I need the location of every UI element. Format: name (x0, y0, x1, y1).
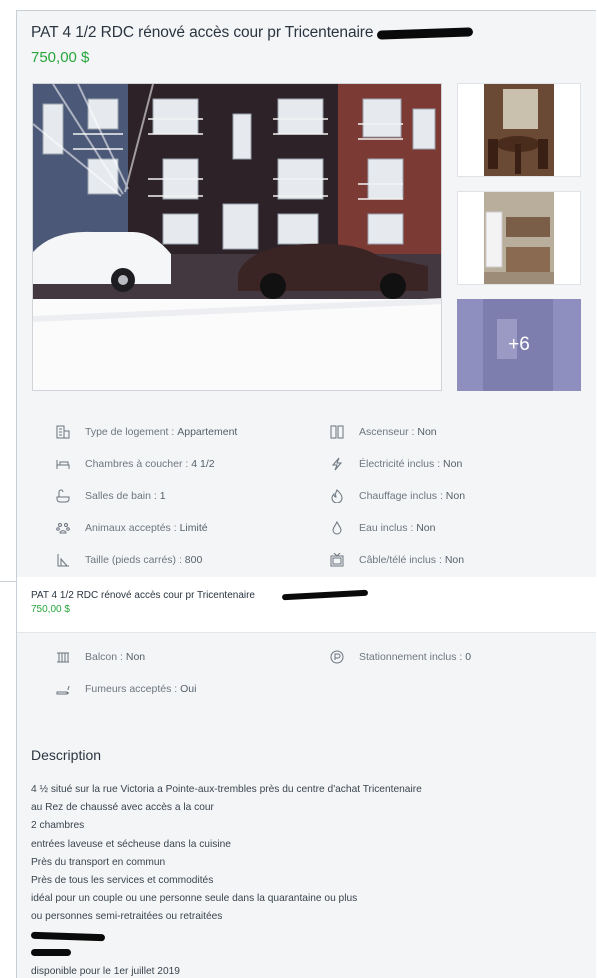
feature-bedrooms: Chambres à coucher : 4 1/2 (55, 456, 215, 472)
thumbnail-2[interactable] (457, 191, 581, 285)
feature-pets: Animaux acceptés : Limité (55, 520, 208, 536)
cigarette-icon (55, 681, 71, 697)
main-photo[interactable] (32, 83, 442, 391)
feature-heating: Chauffage inclus : Non (329, 488, 465, 504)
redacted-contact (30, 927, 422, 963)
feature-type: Type de logement : Appartement (55, 424, 237, 440)
feature-cable: Câble/télé inclus : Non (329, 552, 464, 568)
drop-icon (329, 520, 345, 536)
thumbnail-1[interactable] (457, 83, 581, 177)
feature-smoking: Fumeurs acceptés : Oui (55, 681, 196, 697)
description-line: ou personnes semi-retraitées ou retraité… (31, 911, 223, 923)
dining-room-photo (458, 84, 580, 176)
redacted-phone (30, 931, 106, 941)
sticky-price: 750,00 $ (31, 604, 70, 615)
lightning-icon (329, 456, 345, 472)
kitchen-photo (458, 192, 580, 284)
bathtub-icon (55, 488, 71, 504)
description-line: 4 ½ situé sur la rue Victoria a Pointe-a… (31, 784, 422, 795)
feature-bathrooms: Salles de bain : 1 (55, 488, 166, 504)
balcony-icon (55, 649, 71, 665)
feature-balcony: Balcon : Non (55, 649, 145, 665)
redacted-phone (376, 27, 474, 40)
description-line: Près de tous les services et commodités (31, 875, 214, 887)
more-photos-count: +6 (508, 334, 530, 355)
bed-icon (55, 456, 71, 472)
feature-size: Taille (pieds carrés) : 800 (55, 552, 202, 568)
description-line: Près du transport en commun (31, 856, 166, 868)
listing-price: 750,00 $ (31, 49, 90, 66)
feature-electricity: Électricité inclus : Non (329, 456, 462, 472)
building-photo (33, 84, 441, 390)
sticky-summary-bar: PAT 4 1/2 RDC rénové accès cour pr Trice… (17, 577, 596, 633)
paw-icon (55, 520, 71, 536)
divider (0, 581, 16, 582)
listing-panel: PAT 4 1/2 RDC rénové accès cour pr Trice… (16, 10, 596, 978)
description-line: idéal pour un couple ou une personne seu… (31, 893, 358, 905)
listing-header: PAT 4 1/2 RDC rénové accès cour pr Trice… (17, 11, 596, 73)
description-line: entrées laveuse et sécheuse dans la cuis… (31, 838, 231, 850)
building-icon (55, 424, 71, 440)
flame-icon (329, 488, 345, 504)
ruler-icon (55, 552, 71, 568)
description-heading: Description (31, 747, 102, 763)
parking-icon (329, 649, 345, 665)
feature-parking: Stationnement inclus : 0 (329, 649, 471, 665)
elevator-icon (329, 424, 345, 440)
feature-elevator: Ascenseur : Non (329, 424, 437, 440)
listing-title: PAT 4 1/2 RDC rénové accès cour pr Trice… (31, 24, 374, 41)
description-line: 2 chambres (31, 820, 85, 832)
feature-water: Eau inclus : Non (329, 520, 435, 536)
sticky-title: PAT 4 1/2 RDC rénové accès cour pr Trice… (31, 590, 255, 601)
more-photos-thumbnail[interactable]: +6 (457, 299, 581, 391)
redacted-email (31, 948, 71, 956)
description-body: 4 ½ situé sur la rue Victoria a Pointe-a… (30, 781, 422, 978)
description-line: au Rez de chaussé avec accès a la cour (31, 802, 214, 814)
availability-line: disponible pour le 1er juillet 2019 (31, 965, 180, 977)
tv-icon (329, 552, 345, 568)
redacted-phone (281, 589, 369, 601)
